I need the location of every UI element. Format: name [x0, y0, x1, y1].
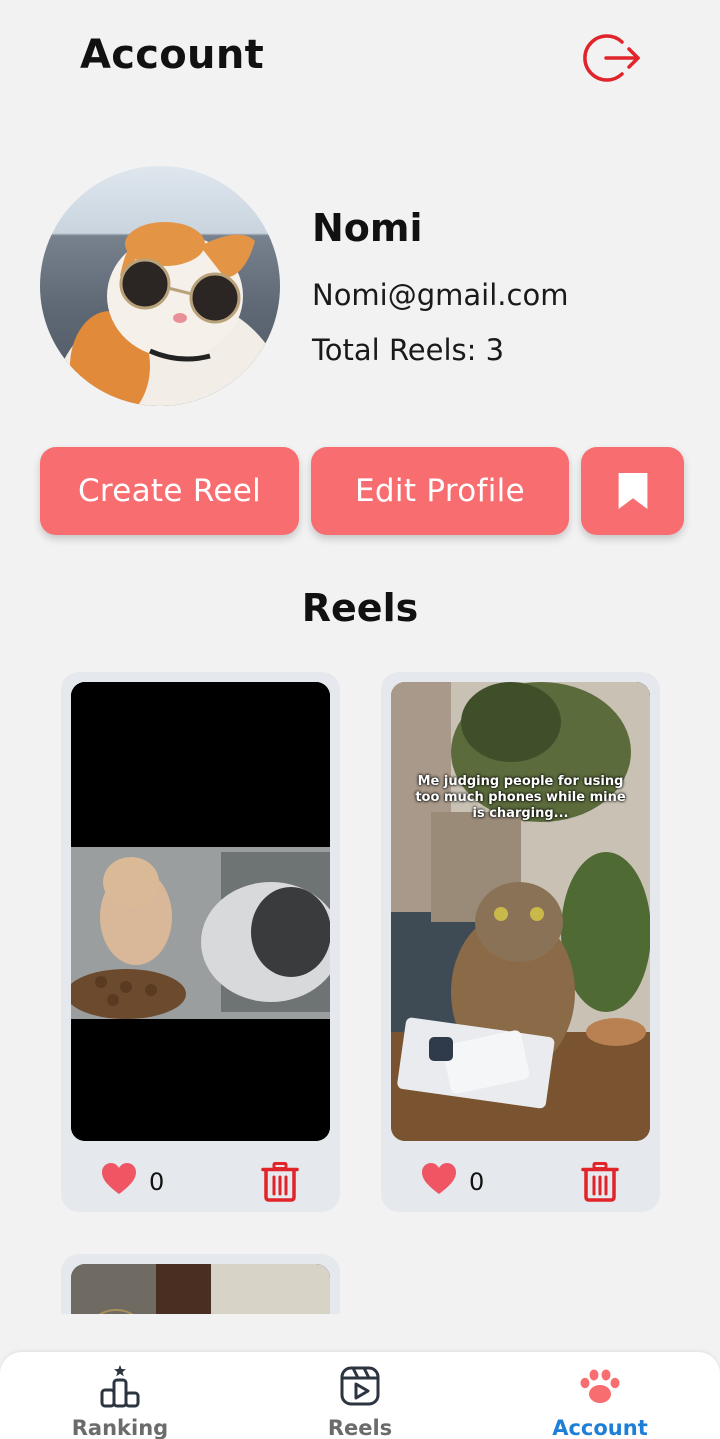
- profile-name: Nomi: [312, 206, 423, 250]
- total-reels: Total Reels: 3: [312, 333, 505, 367]
- reel-thumbnail[interactable]: Me judging people for using too much pho…: [391, 682, 650, 1141]
- trash-icon: [261, 1162, 299, 1202]
- bookmark-icon: [618, 473, 647, 509]
- logout-icon[interactable]: [582, 28, 642, 88]
- reel-card: Me judging people for using too much pho…: [381, 672, 660, 1212]
- reel-card: [61, 1254, 340, 1314]
- nav-item-account[interactable]: Account: [480, 1352, 720, 1439]
- trash-icon: [581, 1162, 619, 1202]
- profile-email: Nomi@gmail.com: [312, 278, 569, 312]
- like-button[interactable]: [421, 1162, 457, 1196]
- page-title: Account: [80, 32, 265, 78]
- bottom-nav: Ranking Reels Account: [0, 1352, 720, 1439]
- nav-item-reels[interactable]: Reels: [240, 1352, 480, 1439]
- paw-icon: [580, 1369, 620, 1403]
- heart-icon: [102, 1163, 136, 1194]
- edit-profile-button[interactable]: Edit Profile: [311, 447, 569, 535]
- account-page: Account Nomi Nomi@gmail.com Total Reels:…: [0, 0, 720, 1439]
- nav-label: Reels: [327, 1416, 393, 1439]
- reel-card: 0: [61, 672, 340, 1212]
- delete-button[interactable]: [261, 1162, 299, 1202]
- reels-heading: Reels: [301, 586, 419, 630]
- reel-thumbnail[interactable]: [71, 1264, 330, 1314]
- nav-label: Ranking: [71, 1416, 169, 1439]
- delete-button[interactable]: [581, 1162, 619, 1202]
- ranking-icon: [100, 1365, 140, 1408]
- create-reel-button[interactable]: Create Reel: [40, 447, 299, 535]
- nav-label: Account: [552, 1416, 648, 1439]
- reels-icon: [340, 1366, 380, 1406]
- reel-caption: Me judging people for using too much pho…: [415, 774, 626, 821]
- like-button[interactable]: [101, 1162, 137, 1196]
- reel-thumbnail[interactable]: [71, 682, 330, 1141]
- avatar: [40, 166, 280, 406]
- bookmark-button[interactable]: [581, 447, 684, 535]
- like-count: 0: [469, 1168, 485, 1196]
- heart-icon: [422, 1163, 456, 1194]
- like-count: 0: [149, 1168, 165, 1196]
- nav-item-ranking[interactable]: Ranking: [0, 1352, 240, 1439]
